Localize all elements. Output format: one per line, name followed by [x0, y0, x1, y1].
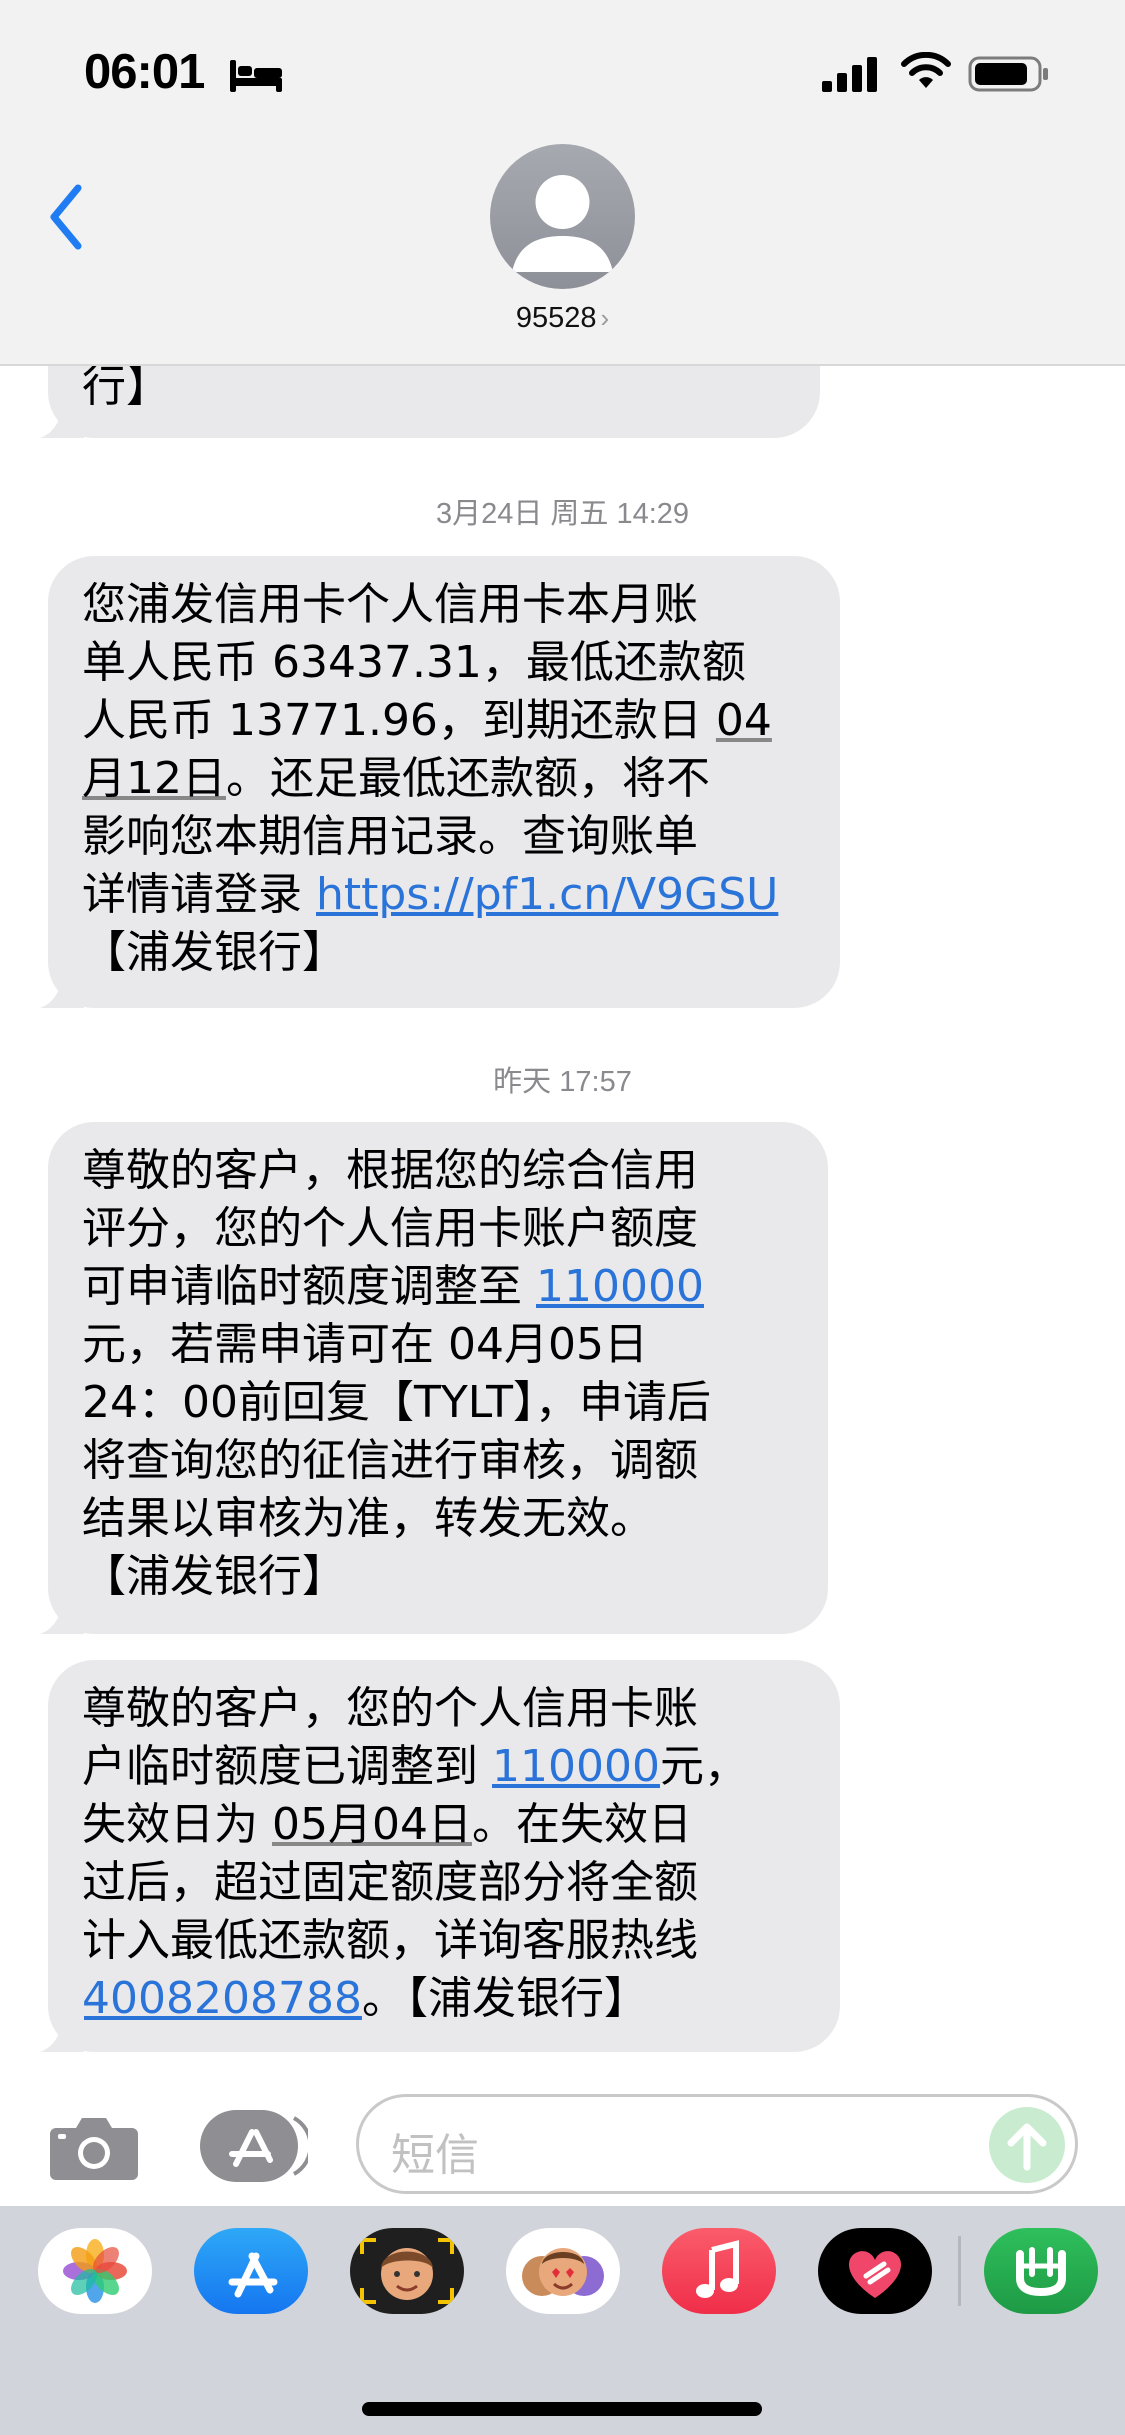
message-line: 24：00前回复【TYLT】，申请后 — [82, 1377, 712, 1428]
cellular-signal-icon — [822, 57, 877, 92]
message-line: 单人民币 63437.31，最低还款额 — [82, 637, 746, 688]
date-detector[interactable]: 05月04日 — [272, 1799, 472, 1850]
url-link[interactable]: https://pf1.cn/V9GSU — [316, 869, 778, 920]
message-line: 计入最低还款额，详询客服热线 — [82, 1915, 698, 1966]
bubble-tail — [40, 398, 84, 438]
message-input-placeholder: 短信 — [391, 2130, 479, 2181]
contact-name[interactable]: 95528 › — [0, 302, 1125, 335]
timestamp-time: 14:29 — [616, 498, 690, 530]
music-app-icon[interactable] — [662, 2228, 776, 2314]
message-line: 尊敬的客户，根据您的综合信用 — [82, 1145, 698, 1196]
timestamp-time: 17:57 — [559, 1066, 632, 1098]
message-line: 【浦发银行】 — [82, 1551, 346, 1602]
person-silhouette-icon — [512, 175, 613, 272]
message-line: 户临时额度已调整到 110000元， — [82, 1741, 748, 1792]
date-detector[interactable]: 月12日 — [82, 753, 226, 804]
tray-divider — [958, 2236, 961, 2306]
imessage-app-tray — [0, 2206, 1125, 2435]
message-line: 【浦发银行】 — [82, 927, 346, 978]
message-line: 结果以审核为准，转发无效。 — [82, 1493, 654, 1544]
bubble-tail — [40, 1594, 84, 1634]
message-line: 过后，超过固定额度部分将全额 — [82, 1857, 698, 1908]
message-line: 详情请登录 https://pf1.cn/V9GSU — [82, 869, 779, 920]
message-bubble[interactable]: 尊敬的客户，您的个人信用卡账 户临时额度已调整到 110000元， 失效日为 0… — [40, 1660, 840, 2052]
message-bubble[interactable]: 尊敬的客户，根据您的综合信用 评分，您的个人信用卡账户额度 可申请临时额度调整至… — [40, 1122, 828, 1634]
bubble-tail — [40, 968, 84, 1008]
message-line: 人民币 13771.96，到期还款日 04 — [82, 695, 772, 746]
status-time: 06:01 — [84, 45, 205, 99]
wifi-icon — [901, 52, 951, 88]
contact-number[interactable]: 95528 — [516, 302, 597, 334]
contact-avatar[interactable] — [490, 144, 635, 289]
message-line: 评分，您的个人信用卡账户额度 — [82, 1203, 698, 1254]
number-link[interactable]: 110000 — [536, 1261, 704, 1312]
message-line: 可申请临时额度调整至 110000 — [82, 1261, 704, 1312]
green-app-icon[interactable] — [984, 2228, 1098, 2314]
digital-touch-app-icon[interactable] — [818, 2228, 932, 2314]
timestamp-date: 3月24日 周五 — [435, 498, 609, 530]
sleep-focus-icon — [230, 60, 282, 92]
memoji-stickers-app-icon[interactable] — [506, 2228, 620, 2314]
send-button[interactable] — [989, 2107, 1065, 2183]
timestamp-divider: 3月24日 周五 14:29 — [0, 490, 1125, 532]
back-chevron-icon[interactable] — [44, 182, 90, 252]
message-line: 失效日为 05月04日。在失效日 — [82, 1799, 692, 1850]
bubble-tail — [40, 2012, 84, 2052]
app-store-app-icon[interactable] — [194, 2228, 308, 2314]
message-line: 尊敬的客户，您的个人信用卡账 — [82, 1683, 698, 1734]
number-link[interactable]: 110000 — [492, 1741, 660, 1792]
camera-icon[interactable] — [48, 2110, 140, 2182]
home-indicator[interactable] — [362, 2402, 762, 2416]
conversation-header: 06:01 95528 › — [0, 0, 1125, 366]
message-line: 将查询您的征信进行审核，调额 — [82, 1435, 698, 1486]
message-line: 元，若需申请可在 04月05日 — [82, 1319, 648, 1370]
message-bubble[interactable]: 您浦发信用卡个人信用卡本月账 单人民币 63437.31，最低还款额 人民币 1… — [40, 556, 840, 1008]
contact-chevron-icon: › — [600, 303, 610, 333]
message-line: 影响您本期信用记录。查询账单 — [82, 811, 698, 862]
timestamp-date: 昨天 — [493, 1066, 552, 1098]
message-text: 行】 — [82, 361, 170, 412]
photos-app-icon[interactable] — [38, 2228, 152, 2314]
phone-link[interactable]: 4008208788 — [82, 1973, 362, 2024]
message-line: 月12日。还足最低还款额，将不 — [82, 753, 710, 804]
message-line: 您浦发信用卡个人信用卡本月账 — [82, 579, 698, 630]
app-store-drawer-icon[interactable] — [198, 2108, 308, 2184]
date-detector[interactable]: 04 — [716, 695, 772, 746]
message-input[interactable]: 短信 — [356, 2094, 1078, 2194]
send-arrow-icon — [1007, 2123, 1047, 2171]
memoji-app-icon[interactable] — [350, 2228, 464, 2314]
timestamp-divider: 昨天 17:57 — [0, 1058, 1125, 1100]
message-line: 4008208788。【浦发银行】 — [82, 1973, 648, 2024]
battery-icon — [968, 56, 1048, 92]
